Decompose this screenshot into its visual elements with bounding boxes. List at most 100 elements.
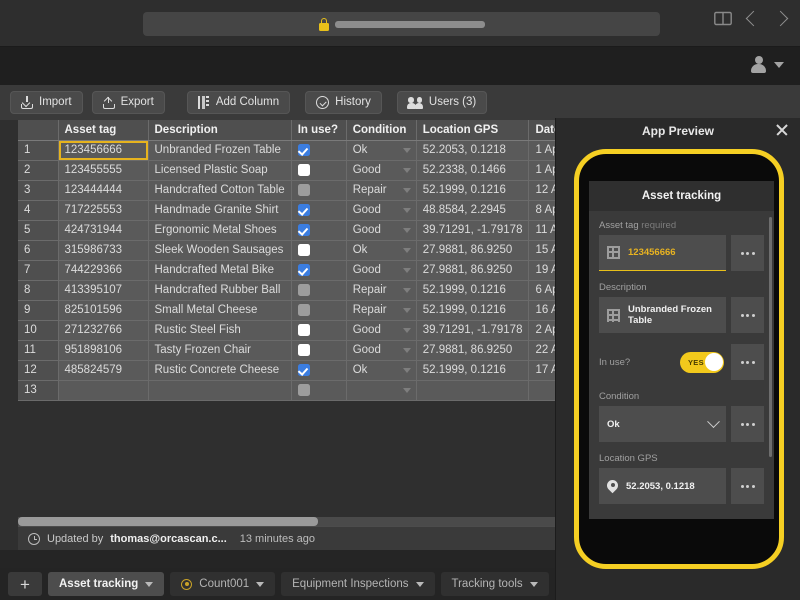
cell-in-use[interactable] [291,300,347,321]
cell-condition[interactable]: Good [346,260,417,281]
cell-location-gps[interactable]: 39.71291, -1.79178 [416,220,530,241]
phone-input-asset-tag[interactable]: 123456666 [599,235,726,271]
cell-location-gps[interactable]: 52.2338, 0.1466 [416,160,530,181]
cell-in-use[interactable] [291,180,347,201]
chevron-down-icon[interactable] [402,147,411,153]
phone-scrollbar[interactable] [769,217,772,457]
cell-location-gps[interactable]: 27.9881, 86.9250 [416,240,530,261]
column-header-asset-tag[interactable]: Asset tag [58,120,149,141]
horizontal-scrollbar[interactable] [18,517,555,526]
chevron-down-icon[interactable] [402,207,411,213]
chevron-down-icon[interactable] [402,247,411,253]
chevron-down-icon[interactable] [402,227,411,233]
cell-in-use[interactable] [291,280,347,301]
column-header-location-gps[interactable]: Location GPS [416,120,530,141]
chevron-down-icon[interactable] [256,581,265,587]
cell-asset-tag[interactable]: 315986733 [58,240,149,261]
back-icon[interactable] [745,10,762,27]
cell-in-use[interactable] [291,260,347,281]
cell-description[interactable]: Rustic Steel Fish [148,320,292,341]
cell-location-gps[interactable]: 39.71291, -1.79178 [416,320,530,341]
column-header-in-use[interactable]: In use? [291,120,347,141]
cell-location-gps[interactable]: 48.8584, 2.2945 [416,200,530,221]
cell-description[interactable]: Tasty Frozen Chair [148,340,292,361]
cell-asset-tag[interactable]: 744229366 [58,260,149,281]
checkbox-in-use[interactable] [297,243,310,256]
checkbox-in-use[interactable] [297,343,310,356]
cell-condition[interactable] [346,380,417,401]
cell-asset-tag[interactable]: 123456666 [58,140,149,161]
chevron-down-icon[interactable] [402,307,411,313]
cell-in-use[interactable] [291,360,347,381]
cell-condition[interactable]: Good [346,220,417,241]
chevron-down-icon[interactable] [402,187,411,193]
sheet-tab-asset-tracking[interactable]: Asset tracking [48,572,165,596]
chevron-down-icon[interactable] [402,287,411,293]
cell-description[interactable]: Handcrafted Metal Bike [148,260,292,281]
cell-asset-tag[interactable]: 123455555 [58,160,149,181]
cell-asset-tag[interactable]: 825101596 [58,300,149,321]
cell-location-gps[interactable]: 52.1999, 0.1216 [416,180,530,201]
chevron-down-icon[interactable] [402,167,411,173]
cell-location-gps[interactable]: 27.9881, 86.9250 [416,260,530,281]
cell-description[interactable]: Small Metal Cheese [148,300,292,321]
chevron-down-icon[interactable] [402,327,411,333]
chevron-down-icon[interactable] [402,367,411,373]
cell-asset-tag[interactable]: 413395107 [58,280,149,301]
checkbox-in-use[interactable] [297,283,310,296]
cell-description[interactable]: Unbranded Frozen Table [148,140,292,161]
more-dots-icon-location[interactable] [731,468,764,504]
checkbox-in-use[interactable] [297,383,310,396]
cell-in-use[interactable] [291,380,347,401]
more-dots-icon-in-use[interactable] [731,344,764,380]
checkbox-in-use[interactable] [297,143,310,156]
cell-asset-tag[interactable]: 951898106 [58,340,149,361]
cell-description[interactable]: Licensed Plastic Soap [148,160,292,181]
close-icon[interactable] [775,123,789,137]
cell-condition[interactable]: Good [346,320,417,341]
checkbox-in-use[interactable] [297,323,310,336]
checkbox-in-use[interactable] [297,203,310,216]
more-dots-icon-condition[interactable] [731,406,764,442]
cell-asset-tag[interactable]: 485824579 [58,360,149,381]
cell-asset-tag[interactable]: 424731944 [58,220,149,241]
cell-location-gps[interactable]: 52.1999, 0.1216 [416,360,530,381]
phone-input-location-gps[interactable]: 52.2053, 0.1218 [599,468,726,504]
cell-in-use[interactable] [291,240,347,261]
column-header-condition[interactable]: Condition [346,120,417,141]
phone-input-description[interactable]: Unbranded Frozen Table [599,297,726,333]
account-menu[interactable] [750,56,784,74]
cell-condition[interactable]: Repair [346,300,417,321]
cell-in-use[interactable] [291,340,347,361]
cell-condition[interactable]: Good [346,340,417,361]
sheet-tab-count001[interactable]: Count001 [170,572,276,596]
checkbox-in-use[interactable] [297,303,310,316]
cell-in-use[interactable] [291,160,347,181]
phone-select-condition[interactable]: Ok [599,406,726,442]
cell-location-gps[interactable]: 52.2053, 0.1218 [416,140,530,161]
add-column-button[interactable]: Add Column [186,91,291,114]
cell-description[interactable]: Sleek Wooden Sausages [148,240,292,261]
checkbox-in-use[interactable] [297,363,310,376]
cell-condition[interactable]: Good [346,160,417,181]
add-sheet-button[interactable]: + [8,572,42,596]
cell-description[interactable]: Rustic Concrete Cheese [148,360,292,381]
cell-location-gps[interactable]: 27.9881, 86.9250 [416,340,530,361]
sheet-tab-tracking-tools[interactable]: Tracking tools [440,572,549,596]
cell-location-gps[interactable] [416,380,530,401]
chevron-down-icon[interactable] [402,347,411,353]
cell-asset-tag[interactable] [58,380,149,401]
cell-condition[interactable]: Repair [346,180,417,201]
column-header-description[interactable]: Description [148,120,292,141]
forward-icon[interactable] [772,10,789,27]
cell-location-gps[interactable]: 52.1999, 0.1216 [416,280,530,301]
chevron-down-icon[interactable] [145,581,154,587]
checkbox-in-use[interactable] [297,223,310,236]
history-button[interactable]: History [305,91,382,114]
cell-in-use[interactable] [291,200,347,221]
more-dots-icon-description[interactable] [731,297,764,333]
cell-condition[interactable]: Repair [346,280,417,301]
phone-toggle-in-use[interactable]: YES [680,351,724,373]
users-button[interactable]: Users (3) [396,91,488,114]
cell-in-use[interactable] [291,320,347,341]
